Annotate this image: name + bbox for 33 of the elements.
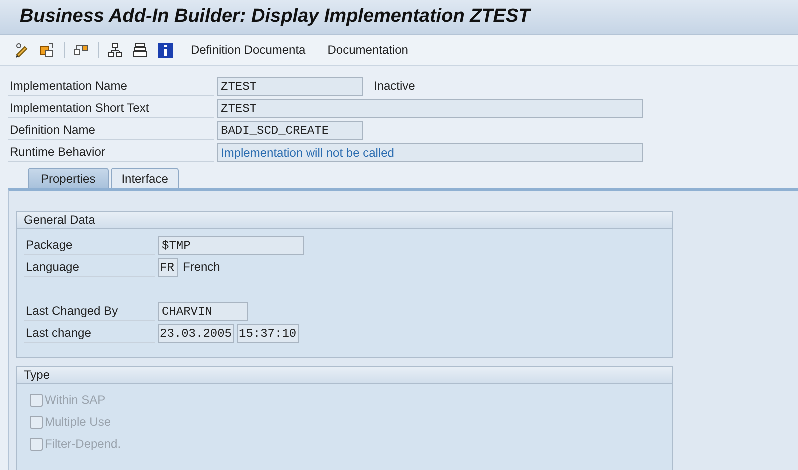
field-label: Implementation Short Text [8,98,214,118]
input-field[interactable]: ZTEST [217,76,363,96]
input-field[interactable]: 23.03.2005 [158,324,234,342]
field-text: French [183,260,220,274]
input-field[interactable]: Implementation will not be called [217,142,643,162]
tree-icon[interactable] [107,42,124,58]
checkbox-option: Multiple Use [24,412,112,432]
stack-icon[interactable] [132,42,149,58]
toolbar-button[interactable]: Definition Documenta [186,43,311,57]
field-label: Last change [24,323,155,343]
field-label: Package [24,235,155,255]
checkbox-option: Filter-Depend. [24,434,122,454]
input-field[interactable]: $TMP [158,236,304,254]
checkbox-option: Within SAP [24,390,106,410]
input-field[interactable]: 15:37:10 [237,324,299,342]
field-label: Last Changed By [24,301,155,321]
field-label: Implementation Name [8,76,214,96]
field-label: Definition Name [8,120,214,140]
input-field[interactable]: ZTEST [217,98,643,118]
tab[interactable]: Interface [110,168,180,188]
toolbar-button[interactable]: Documentation [322,43,414,57]
status-text: Inactive [374,79,416,93]
field-label: Runtime Behavior [8,142,214,162]
tab[interactable]: Properties [28,168,109,188]
window-title: Business Add-In Builder: Display Implementation ZTEST [20,6,530,28]
copy-icon[interactable] [39,42,56,58]
field-label: Language [24,257,155,277]
info-icon[interactable] [157,42,174,58]
group-title: General Data [17,212,672,229]
input-field[interactable]: BADI_SCD_CREATE [217,120,363,140]
input-field[interactable]: FR [158,258,178,276]
input-field[interactable]: CHARVIN [158,302,248,320]
group-title: Type [17,367,672,384]
